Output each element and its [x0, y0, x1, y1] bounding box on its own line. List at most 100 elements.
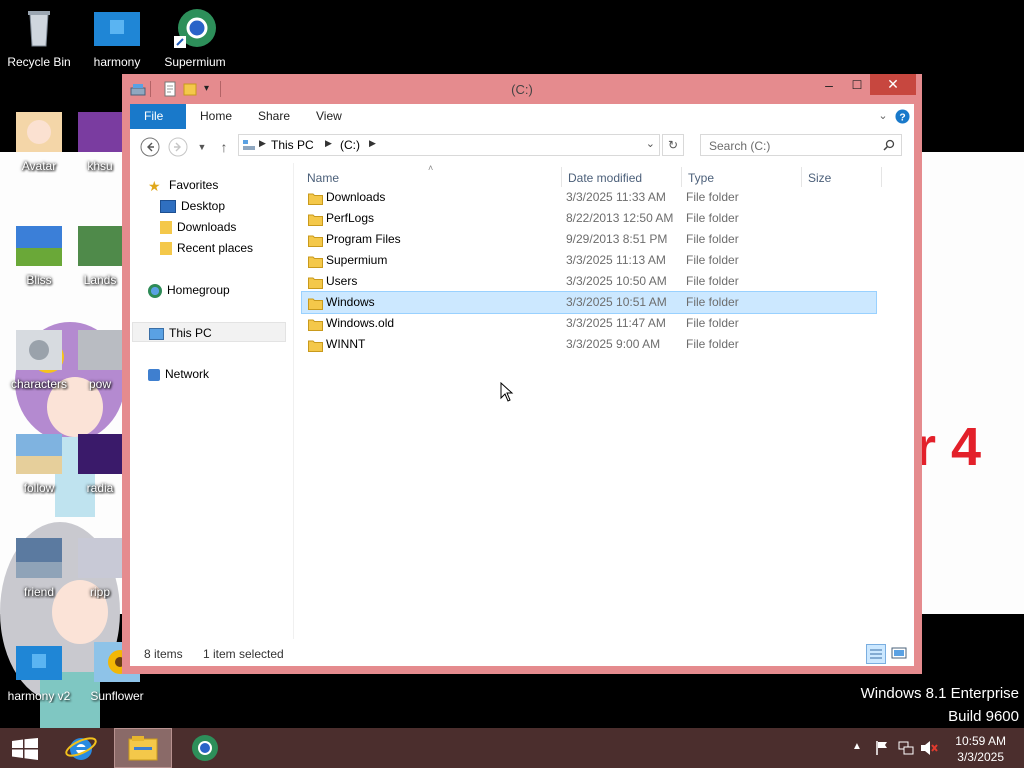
file-row[interactable]: Users 3/3/2025 10:50 AM File folder — [302, 271, 876, 292]
file-type: File folder — [686, 295, 739, 309]
tab-home[interactable]: Home — [186, 104, 246, 129]
folder-icon — [308, 212, 323, 226]
desktop-icon-supermium[interactable]: Supermium — [156, 8, 234, 69]
desktop-icon-lands[interactable]: Lands — [78, 226, 122, 287]
action-center-flag-icon[interactable] — [875, 740, 889, 756]
folder-icon — [308, 233, 323, 247]
network-status-icon[interactable] — [898, 740, 914, 756]
volume-muted-icon[interactable] — [920, 740, 938, 756]
back-button[interactable] — [140, 137, 160, 157]
search-icon[interactable] — [883, 139, 895, 151]
nav-network[interactable]: Network — [148, 364, 209, 384]
expand-ribbon-chevron-icon[interactable]: ⌄ — [876, 109, 890, 123]
address-dropdown-chevron-icon[interactable]: ⌄ — [646, 137, 655, 150]
folder-icon — [308, 254, 323, 268]
breadcrumb-separator-icon[interactable]: ▶ — [369, 138, 376, 149]
status-item-count: 8 items — [144, 647, 183, 661]
network-icon — [148, 368, 160, 381]
breadcrumb-c-drive[interactable]: (C:) — [340, 138, 360, 152]
forward-button[interactable] — [168, 137, 188, 157]
harmony-v2-icon — [16, 646, 62, 680]
file-date-modified: 3/3/2025 10:51 AM — [566, 295, 667, 309]
nav-homegroup[interactable]: Homegroup — [148, 280, 230, 300]
maximize-button[interactable]: ☐ — [844, 75, 870, 96]
column-header-name[interactable]: Name — [307, 171, 339, 185]
desktop-icon-ripp[interactable]: ripp — [78, 538, 122, 599]
breadcrumb-separator-icon[interactable]: ▶ — [325, 138, 332, 149]
minimize-button[interactable]: – — [816, 75, 842, 96]
nav-desktop-label: Desktop — [181, 199, 226, 213]
show-hidden-icons-chevron-icon[interactable]: ▲ — [852, 741, 862, 752]
recent-places-icon — [160, 242, 172, 256]
characters-image-icon — [16, 330, 62, 370]
file-type: File folder — [686, 232, 739, 246]
star-icon: ★ — [148, 177, 161, 194]
avatar-image-icon — [16, 112, 62, 152]
desktop-icon-khsu[interactable]: khsu — [78, 112, 122, 173]
column-header-size[interactable]: Size — [808, 171, 831, 185]
desktop-icon-follow[interactable]: follow — [0, 434, 78, 495]
nav-desktop[interactable]: Desktop — [160, 196, 225, 216]
pow-image-icon — [78, 330, 122, 370]
taskbar-clock[interactable]: 10:59 AM 3/3/2025 — [955, 733, 1006, 765]
tab-view[interactable]: View — [302, 104, 356, 129]
file-row[interactable]: Windows 3/3/2025 10:51 AM File folder — [301, 291, 877, 314]
up-button[interactable]: ↑ — [214, 137, 234, 157]
supermium-taskbar-icon[interactable] — [190, 733, 220, 763]
nav-downloads[interactable]: Downloads — [160, 217, 236, 237]
file-row[interactable]: Program Files 9/29/2013 8:51 PM File folde… — [302, 229, 876, 250]
details-view-icon[interactable] — [866, 644, 886, 664]
nav-favorites-label: Favorites — [169, 178, 219, 192]
file-row[interactable]: PerfLogs 8/22/2013 12:50 AM File folder — [302, 208, 876, 229]
desktop-icon-harmony-v2[interactable]: harmony v2 — [0, 642, 78, 703]
khsu-image-icon — [78, 112, 122, 152]
file-row[interactable]: Downloads 3/3/2025 11:33 AM File folder — [302, 187, 876, 208]
address-bar[interactable]: ▶ This PC ▶ (C:) ▶ ⌄ — [238, 134, 660, 156]
large-icons-view-icon[interactable] — [890, 644, 908, 662]
column-header-type[interactable]: Type — [688, 171, 714, 185]
search-placeholder: Search (C:) — [709, 139, 771, 153]
nav-recent-places[interactable]: Recent places — [160, 238, 253, 258]
folder-icon — [308, 338, 323, 352]
bliss-image-icon — [16, 226, 62, 266]
desktop-icon-friend[interactable]: friend — [0, 538, 78, 599]
close-button[interactable]: ✕ — [870, 74, 916, 95]
column-header-date-modified[interactable]: Date modified — [568, 171, 642, 185]
file-type: File folder — [686, 316, 739, 330]
file-date-modified: 8/22/2013 12:50 AM — [566, 211, 674, 225]
desktop-icon-harmony[interactable]: harmony — [78, 8, 156, 69]
file-row[interactable]: WINNT 3/3/2025 9:00 AM File folder — [302, 334, 876, 355]
refresh-button[interactable]: ↻ — [662, 134, 684, 156]
desktop-icon-characters[interactable]: characters — [0, 330, 78, 391]
nav-downloads-label: Downloads — [177, 220, 237, 234]
file-name: PerfLogs — [326, 211, 375, 225]
taskbar-file-explorer-button[interactable] — [114, 728, 172, 768]
nav-favorites[interactable]: ★ Favorites — [148, 175, 218, 195]
tab-share[interactable]: Share — [244, 104, 304, 129]
file-row[interactable]: Supermium 3/3/2025 11:13 AM File folder — [302, 250, 876, 271]
sort-ascending-icon: ˄ — [428, 163, 434, 173]
desktop-icon-avatar[interactable]: Avatar — [0, 112, 78, 173]
recycle-bin-icon — [28, 11, 50, 47]
desktop-icon-bliss[interactable]: Bliss — [0, 226, 78, 287]
search-box[interactable]: Search (C:) — [700, 134, 902, 156]
internet-explorer-icon[interactable] — [64, 732, 98, 764]
nav-this-pc[interactable]: This PC — [132, 322, 286, 342]
harmony-icon — [94, 12, 140, 46]
desktop-icon-radia[interactable]: radia — [78, 434, 122, 495]
tab-file[interactable]: File — [130, 104, 186, 129]
breadcrumb-this-pc[interactable]: This PC — [271, 138, 314, 152]
landscape-image-icon — [78, 226, 122, 266]
help-icon[interactable]: ? — [895, 109, 910, 124]
title-bar[interactable]: ▾ (C:) – ☐ ✕ — [122, 74, 922, 104]
start-button-windows-icon[interactable] — [12, 738, 38, 760]
downloads-folder-icon — [160, 221, 172, 235]
file-type: File folder — [686, 190, 739, 204]
status-bar: 8 items 1 item selected — [130, 639, 914, 666]
desktop-icon-recycle-bin[interactable]: Recycle Bin — [0, 8, 78, 69]
recent-locations-dropdown[interactable]: ▼ — [192, 137, 212, 157]
file-explorer-window[interactable]: ▾ (C:) – ☐ ✕ File Home Share View ⌄ ? ▼ … — [122, 74, 922, 674]
breadcrumb-separator-icon[interactable]: ▶ — [259, 138, 266, 149]
desktop-icon-pow[interactable]: pow — [78, 330, 122, 391]
file-row[interactable]: Windows.old 3/3/2025 11:47 AM File folder — [302, 313, 876, 334]
